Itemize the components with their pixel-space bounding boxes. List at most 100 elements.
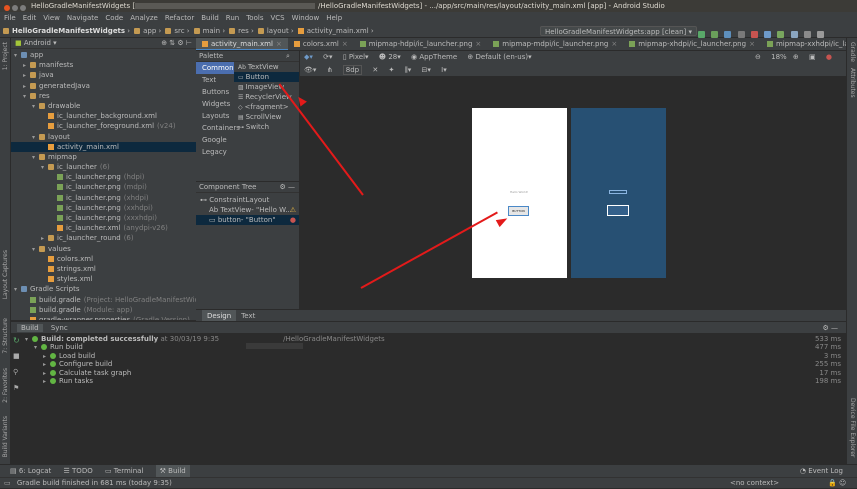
tree-item[interactable]: ▾ mipmap (11, 152, 196, 162)
status-layout-icon[interactable]: ▭ (4, 479, 11, 487)
editor-tab[interactable]: mipmap-hdpi/ic_launcher.png × (354, 38, 488, 50)
editor-tab[interactable]: mipmap-mdpi/ic_launcher.png × (487, 38, 623, 50)
status-context[interactable]: <no context> (730, 478, 779, 489)
stop-icon[interactable] (750, 30, 758, 38)
rerun-icon[interactable]: ↻ (13, 336, 20, 345)
palette-item[interactable]: ▤ ScrollView (234, 112, 299, 122)
minimize-window-icon[interactable] (12, 5, 18, 11)
editor-tab[interactable]: mipmap-xhdpi/ic_launcher.png × (623, 38, 761, 50)
tool-layout-captures[interactable]: Layout Captures (2, 250, 9, 299)
menu-window[interactable]: Window (292, 14, 320, 22)
close-icon[interactable]: × (276, 40, 282, 48)
tree-item[interactable]: styles.xml (11, 274, 196, 284)
pin-icon[interactable]: ⚲ (13, 368, 18, 376)
attach-debugger-icon[interactable] (737, 30, 745, 38)
close-icon[interactable]: × (475, 40, 481, 48)
search-icon[interactable] (817, 30, 825, 38)
build-row[interactable]: ▸ Calculate task graph 17 ms (25, 369, 843, 377)
sync-gradle-icon[interactable] (764, 30, 772, 38)
expand-arrow-icon[interactable]: ▾ (14, 285, 21, 295)
tool-favorites[interactable]: 2: Favorites (2, 368, 9, 403)
palette-category[interactable]: Common (196, 62, 234, 74)
tree-item[interactable]: ▾ drawable (11, 101, 196, 111)
zoom-in-icon[interactable]: ⊕ (793, 53, 799, 61)
maximize-window-icon[interactable] (20, 5, 26, 11)
tab-build[interactable]: Build (17, 324, 43, 332)
menu-navigate[interactable]: Navigate (67, 14, 98, 22)
palette-category[interactable]: Text (196, 74, 234, 86)
sdk-manager-icon[interactable] (790, 30, 798, 38)
tool-structure[interactable]: 7: Structure (2, 318, 9, 354)
stop-build-icon[interactable]: ■ (13, 352, 20, 360)
expand-arrow-icon[interactable]: ▾ (23, 92, 30, 102)
tree-item[interactable]: ic_launcher_foreground.xml (v24) (11, 121, 196, 131)
menu-help[interactable]: Help (326, 14, 342, 22)
menu-refactor[interactable]: Refactor (165, 14, 194, 22)
tool-project[interactable]: 1: Project (2, 42, 9, 70)
breadcrumb-item[interactable]: app › (134, 24, 161, 38)
build-row[interactable]: ▸ Load build 3 ms (25, 352, 843, 360)
blueprint-button[interactable] (607, 205, 629, 216)
close-icon[interactable]: × (342, 40, 348, 48)
build-row[interactable]: ▸ Run tasks 198 ms (25, 377, 843, 385)
infer-constraints-icon[interactable]: ✦ (388, 66, 394, 74)
api-select[interactable]: ☻ 28▾ (379, 53, 401, 61)
expand-arrow-icon[interactable]: ▾ (41, 163, 48, 173)
filter-icon[interactable]: ⚑ (13, 384, 19, 392)
tree-item[interactable]: ▸ ic_launcher_round (6) (11, 233, 196, 243)
zoom-fit-icon[interactable]: ▣ (809, 53, 816, 61)
tab-sync[interactable]: Sync (51, 324, 68, 332)
tree-item[interactable]: ▸ manifests (11, 60, 196, 70)
clear-constraints-icon[interactable]: ✕ (372, 66, 378, 74)
expand-arrow-icon[interactable]: ▸ (43, 378, 50, 386)
tree-item[interactable]: ▾ res (11, 91, 196, 101)
blueprint-textview[interactable] (609, 190, 627, 194)
tree-item[interactable]: ic_launcher.png (xhdpi) (11, 193, 196, 203)
zoom-out-icon[interactable]: ⊖ (755, 53, 761, 61)
component-tree-item[interactable]: ▭ button- "Button" ● (196, 215, 299, 225)
tree-item[interactable]: ▾ Gradle Scripts (11, 284, 196, 294)
editor-tab[interactable]: colors.xml × (288, 38, 354, 50)
tree-item[interactable]: gradle-wrapper.properties (Gradle Version… (11, 315, 196, 320)
expand-arrow-icon[interactable]: ▾ (14, 51, 21, 61)
device-select[interactable]: ▯ Pixel▾ (343, 53, 369, 61)
preview-textview[interactable]: Hello World! (510, 190, 528, 194)
menu-vcs[interactable]: VCS (270, 14, 284, 22)
breadcrumb-item[interactable]: main › (193, 24, 225, 38)
tree-item[interactable]: ic_launcher.xml (anydpi-v26) (11, 223, 196, 233)
view-options-icon[interactable]: 👁▾ (304, 66, 316, 74)
tool-attributes[interactable]: Attributes (849, 68, 856, 98)
build-row[interactable]: ▸ Configure build 255 ms (25, 360, 843, 368)
tool-device-file-explorer[interactable]: Device File Explorer (849, 398, 856, 457)
menu-run[interactable]: Run (226, 14, 239, 22)
palette-category[interactable]: Widgets (196, 98, 234, 110)
menu-build[interactable]: Build (201, 14, 219, 22)
tree-item[interactable]: activity_main.xml (11, 141, 196, 152)
breadcrumb-item[interactable]: res › (229, 24, 254, 38)
close-window-icon[interactable] (4, 5, 10, 11)
palette-category[interactable]: Buttons (196, 86, 234, 98)
menu-code[interactable]: Code (105, 14, 123, 22)
align-icon[interactable]: ⊟▾ (422, 66, 431, 74)
tree-item[interactable]: ic_launcher_background.xml (11, 111, 196, 121)
tree-item[interactable]: ▸ java (11, 70, 196, 80)
build-row[interactable]: ▾ Build: completed successfully at 30/03/… (25, 335, 843, 343)
tree-item[interactable]: ic_launcher.png (mdpi) (11, 182, 196, 192)
profile-icon[interactable] (724, 30, 732, 38)
menu-tools[interactable]: Tools (246, 14, 263, 22)
editor-tab[interactable]: mipmap-xxhdpi/ic_launcher.png× (761, 38, 846, 50)
component-tree-item[interactable]: ⊷ ConstraintLayout (196, 195, 299, 205)
menu-file[interactable]: File (4, 14, 16, 22)
theme-select[interactable]: ◉ AppTheme (411, 53, 457, 61)
palette-category[interactable]: Layouts (196, 110, 234, 122)
palette-item[interactable]: ◇ <fragment> (234, 102, 299, 112)
error-icon[interactable]: ● (290, 215, 296, 225)
build-row[interactable]: ▾ Run build 477 ms (25, 343, 843, 351)
pack-icon[interactable]: ⫼▾ (405, 66, 412, 75)
warnings-icon[interactable]: ● (826, 53, 832, 61)
breadcrumb-item[interactable]: HelloGradleManifestWidgets › (3, 24, 130, 38)
run-icon[interactable] (698, 30, 705, 38)
breadcrumb-item[interactable]: layout › (257, 24, 294, 38)
project-structure-icon[interactable] (803, 30, 811, 38)
default-margins-select[interactable]: 8dp (342, 65, 363, 75)
